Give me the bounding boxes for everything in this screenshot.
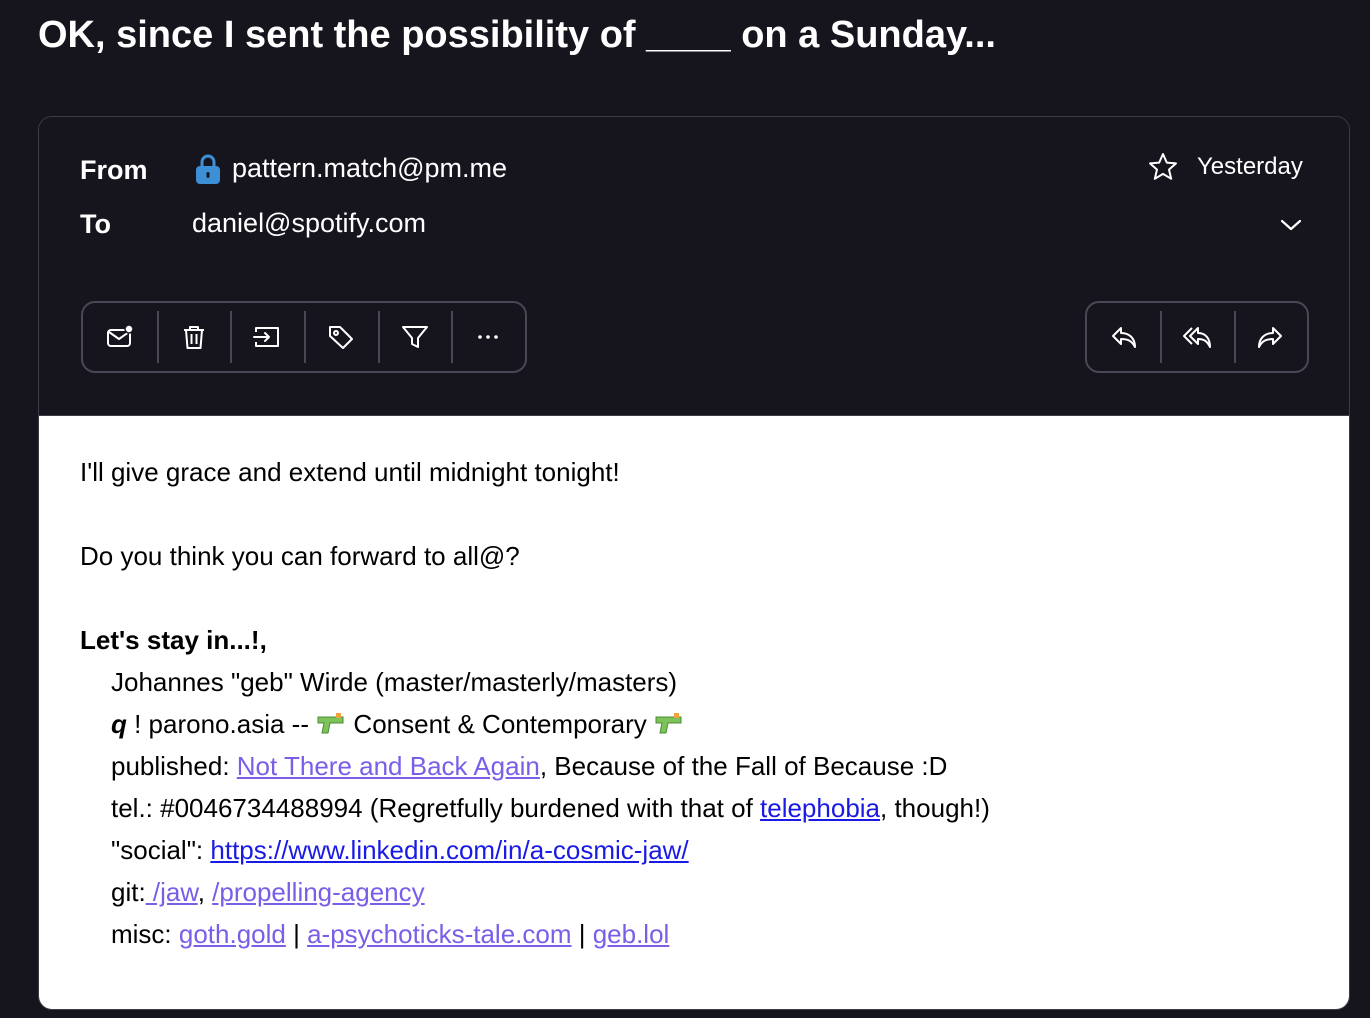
misc-separator: |: [571, 919, 593, 949]
signature-git: git: /jaw, /propelling-agency: [111, 876, 425, 908]
reply-button[interactable]: [1087, 311, 1160, 363]
body-line-2: Do you think you can forward to all@?: [80, 541, 520, 571]
filter-icon: [401, 326, 428, 348]
telephobia-link[interactable]: telephobia: [760, 793, 880, 823]
email-subject: OK, since I sent the possibility of ____…: [38, 14, 996, 56]
reply-icon: [1111, 327, 1136, 348]
git-propelling-agency-link[interactable]: /propelling-agency: [212, 877, 424, 907]
email-body: I'll give grace and extend until midnigh…: [39, 416, 1349, 1009]
signature-misc: misc: goth.gold | a-psychoticks-tale.com…: [111, 918, 669, 950]
published-link[interactable]: Not There and Back Again: [237, 751, 540, 781]
reply-all-button[interactable]: [1160, 311, 1233, 363]
water-pistol-icon: [655, 713, 682, 734]
social-prefix: "social":: [111, 835, 211, 865]
move-button[interactable]: [230, 311, 304, 363]
from-address[interactable]: pattern.match@pm.me: [232, 153, 507, 184]
envelope-dot-icon: [106, 324, 134, 347]
trash-icon: [183, 326, 204, 349]
linkedin-link[interactable]: https://www.linkedin.com/in/a-cosmic-jaw…: [210, 835, 688, 865]
forward-icon: [1258, 327, 1283, 348]
tel-prefix: tel.: #0046734488994 (Regretfully burden…: [111, 793, 761, 823]
published-suffix: , Because of the Fall of Because :D: [539, 751, 948, 781]
signature-name: Johannes "geb" Wirde (master/masterly/ma…: [111, 667, 678, 697]
message-actions-toolbar: [81, 301, 527, 373]
water-pistol-icon: [317, 713, 344, 734]
email-card: From pattern.match@pm.me To daniel@spoti…: [38, 116, 1350, 1010]
email-date: Yesterday: [1197, 153, 1303, 180]
signature-published: published: Not There and Back Again, Bec…: [111, 750, 947, 782]
git-prefix: git:: [111, 877, 146, 907]
git-jaw-link[interactable]: /jaw: [146, 877, 198, 907]
forward-button[interactable]: [1233, 311, 1307, 363]
signoff: Let's stay in...!,: [80, 625, 267, 655]
reply-actions-toolbar: [1085, 301, 1309, 373]
misc-prefix: misc:: [111, 919, 179, 949]
chevron-down-icon[interactable]: [1279, 213, 1303, 237]
filter-button[interactable]: [377, 311, 452, 363]
signature-social: "social": https://www.linkedin.com/in/a-…: [111, 834, 689, 866]
psychoticks-tale-link[interactable]: a-psychoticks-tale.com: [307, 919, 571, 949]
to-label: To: [80, 209, 111, 239]
to-address[interactable]: daniel@spotify.com: [192, 208, 426, 239]
star-icon[interactable]: [1147, 151, 1179, 183]
from-label: From: [80, 155, 148, 185]
signature-consent: Consent & Contemporary: [346, 709, 655, 739]
signature-tagline: q ! parono.asia -- Consent & Contemporar…: [111, 708, 684, 740]
delete-button[interactable]: [156, 311, 231, 363]
git-separator: ,: [197, 877, 213, 907]
published-prefix: published:: [111, 751, 237, 781]
label-button[interactable]: [304, 311, 378, 363]
tel-suffix: , though!): [880, 793, 990, 823]
tag-icon: [328, 326, 353, 349]
signature-site: ! parono.asia --: [126, 709, 317, 739]
mark-unread-button[interactable]: [83, 311, 157, 363]
more-dots-icon: [478, 335, 498, 339]
email-header: From pattern.match@pm.me To daniel@spoti…: [39, 117, 1349, 416]
move-to-folder-icon: [253, 327, 280, 347]
misc-separator: |: [285, 919, 308, 949]
signature-q: q: [111, 709, 127, 739]
geb-lol-link[interactable]: geb.lol: [593, 919, 670, 949]
goth-gold-link[interactable]: goth.gold: [179, 919, 286, 949]
body-line-1: I'll give grace and extend until midnigh…: [80, 457, 620, 487]
signature-tel: tel.: #0046734488994 (Regretfully burden…: [111, 792, 990, 824]
reply-all-icon: [1182, 327, 1211, 348]
more-button[interactable]: [451, 311, 525, 363]
lock-icon: [196, 154, 220, 184]
